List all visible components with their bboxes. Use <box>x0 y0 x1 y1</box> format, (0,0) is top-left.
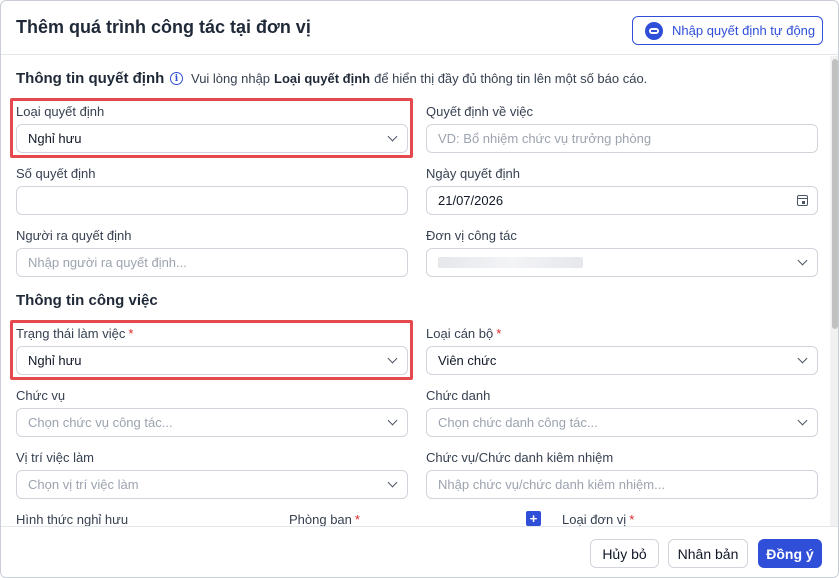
issuer-input[interactable]: Nhập người ra quyết định... <box>16 248 408 277</box>
position-placeholder: Chọn chức vụ công tác... <box>28 415 173 430</box>
decision-about-input[interactable]: VD: Bổ nhiệm chức vụ trưởng phòng <box>426 124 818 153</box>
decision-date-label: Ngày quyết định <box>426 166 520 181</box>
robot-icon <box>645 21 663 40</box>
chevron-down-icon <box>799 257 807 265</box>
decision-type-label: Loại quyết định <box>16 104 105 119</box>
decision-section-title: Thông tin quyết định <box>16 70 165 87</box>
decision-about-label: Quyết định về việc <box>426 104 533 119</box>
info-prefix: Vui lòng nhập <box>191 71 271 86</box>
required-marker: * <box>354 512 360 526</box>
auto-import-label: Nhập quyết định tự động <box>672 23 816 38</box>
title-placeholder: Chọn chức danh công tác... <box>438 415 598 430</box>
department-label-text: Phòng ban <box>289 512 352 526</box>
chevron-down-icon <box>389 479 397 487</box>
decision-number-label: Số quyết định <box>16 166 96 181</box>
chevron-down-icon <box>389 355 397 363</box>
issuer-placeholder: Nhập người ra quyết định... <box>28 255 187 270</box>
decision-type-select[interactable]: Nghỉ hưu <box>16 124 408 153</box>
decision-number-input[interactable] <box>16 186 408 215</box>
work-status-label: Trạng thái làm việc * <box>16 326 133 341</box>
job-placement-label: Vị trí việc làm <box>16 450 95 465</box>
dialog-header: Thêm quá trình công tác tại đơn vị Nhập … <box>1 1 838 55</box>
dialog-body[interactable]: Thông tin quyết định i Vui lòng nhập Loạ… <box>1 56 829 526</box>
job-placement-select[interactable]: Chọn vị trí việc làm <box>16 470 408 499</box>
dialog-footer: Hủy bỏ Nhân bản Đồng ý <box>1 526 838 577</box>
position-select[interactable]: Chọn chức vụ công tác... <box>16 408 408 437</box>
chevron-down-icon <box>389 133 397 141</box>
job-section-title: Thông tin công việc <box>16 292 158 309</box>
required-marker: * <box>128 326 134 341</box>
staff-type-label-text: Loại cán bộ <box>426 326 494 341</box>
retirement-form-label: Hình thức nghỉ hưu <box>16 512 129 526</box>
work-status-value: Nghỉ hưu <box>28 353 82 368</box>
job-placement-placeholder: Chọn vị trí việc làm <box>28 477 139 492</box>
department-label: Phòng ban * <box>289 512 360 526</box>
title-select[interactable]: Chọn chức danh công tác... <box>426 408 818 437</box>
add-department-button[interactable]: + <box>526 511 541 526</box>
info-icon: i <box>170 72 183 85</box>
work-status-label-text: Trạng thái làm việc <box>16 326 126 341</box>
auto-import-decision-button[interactable]: Nhập quyết định tự động <box>632 16 823 45</box>
dialog: Thêm quá trình công tác tại đơn vị Nhập … <box>0 0 839 578</box>
scrollbar-thumb[interactable] <box>832 59 838 329</box>
decision-info-note: i Vui lòng nhập Loại quyết định để hiển … <box>170 71 647 86</box>
decision-about-placeholder: VD: Bổ nhiệm chức vụ trưởng phòng <box>438 131 652 146</box>
work-status-select[interactable]: Nghỉ hưu <box>16 346 408 375</box>
work-unit-label: Đơn vị công tác <box>426 228 517 243</box>
concurrent-input[interactable]: Nhập chức vụ/chức danh kiêm nhiệm... <box>426 470 818 499</box>
work-unit-redacted-value <box>438 257 583 268</box>
staff-type-select[interactable]: Viên chức <box>426 346 818 375</box>
decision-type-value: Nghỉ hưu <box>28 131 82 146</box>
calendar-icon[interactable] <box>797 195 808 206</box>
work-unit-select[interactable] <box>426 248 818 277</box>
confirm-button[interactable]: Đồng ý <box>758 539 822 568</box>
decision-date-value: 21/07/2026 <box>438 193 504 208</box>
chevron-down-icon <box>389 417 397 425</box>
staff-type-value: Viên chức <box>438 353 497 368</box>
info-suffix: để hiển thị đầy đủ thông tin lên một số … <box>374 71 648 86</box>
dialog-title: Thêm quá trình công tác tại đơn vị <box>16 17 311 37</box>
cancel-button[interactable]: Hủy bỏ <box>590 539 659 568</box>
info-bold: Loại quyết định <box>274 71 371 86</box>
required-marker: * <box>496 326 502 341</box>
decision-date-input[interactable]: 21/07/2026 <box>426 186 818 215</box>
unit-type-label: Loại đơn vị * <box>562 512 634 526</box>
position-label: Chức vụ <box>16 388 66 403</box>
staff-type-label: Loại cán bộ * <box>426 326 501 341</box>
issuer-label: Người ra quyết định <box>16 228 132 243</box>
concurrent-placeholder: Nhập chức vụ/chức danh kiêm nhiệm... <box>438 477 665 492</box>
unit-type-label-text: Loại đơn vị <box>562 512 627 526</box>
chevron-down-icon <box>799 355 807 363</box>
title-label: Chức danh <box>426 388 491 403</box>
required-marker: * <box>629 512 635 526</box>
duplicate-button[interactable]: Nhân bản <box>668 539 748 568</box>
chevron-down-icon <box>799 417 807 425</box>
concurrent-label: Chức vụ/Chức danh kiêm nhiệm <box>426 450 614 465</box>
